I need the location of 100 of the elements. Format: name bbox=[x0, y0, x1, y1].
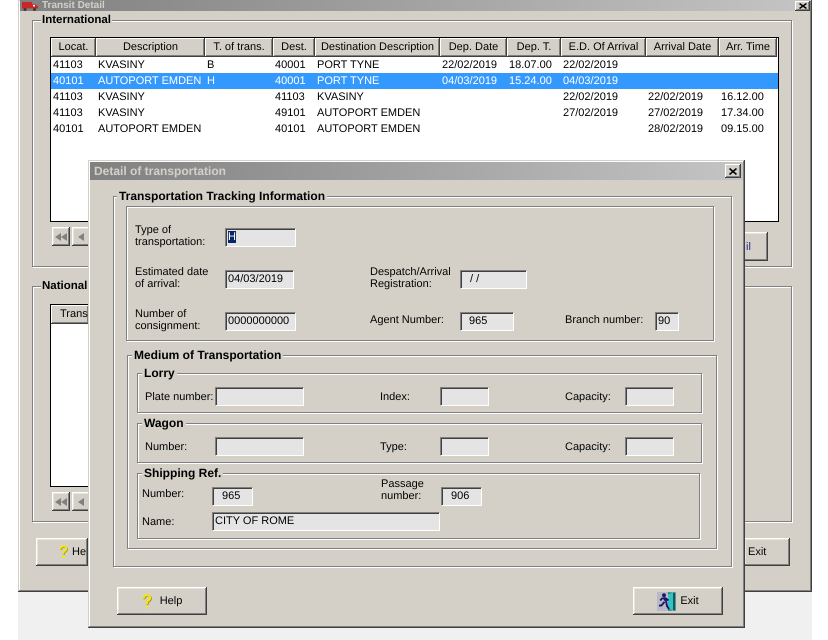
table-cell-text: 22/02/2019 bbox=[647, 90, 704, 104]
table-cell-text: 04/03/2019 bbox=[562, 74, 618, 88]
field-label: Name: bbox=[142, 516, 174, 528]
field-label: Number: bbox=[142, 488, 184, 500]
text-field[interactable]: 0000000000 bbox=[225, 312, 296, 331]
field-label: Number: bbox=[145, 440, 188, 452]
group-title: Lorry bbox=[142, 366, 177, 380]
truck-icon bbox=[22, 0, 38, 10]
exit-button[interactable]: Exit bbox=[744, 538, 790, 566]
field-label: Passage number: bbox=[381, 478, 424, 502]
left-arrow-icon bbox=[78, 498, 84, 506]
column-header[interactable]: Dep. Date bbox=[440, 38, 507, 57]
text-field[interactable]: 965 bbox=[460, 312, 514, 331]
table-cell-text: KVASINY bbox=[316, 90, 364, 104]
table-cell-text: 40101 bbox=[52, 122, 84, 136]
column-header[interactable]: Locat. bbox=[51, 38, 96, 57]
field-label: Agent Number: bbox=[370, 314, 444, 326]
text-field[interactable]: 906 bbox=[441, 487, 482, 506]
field-label: Index: bbox=[380, 390, 410, 402]
text-field[interactable] bbox=[625, 437, 674, 456]
column-header[interactable]: E.D. Of Arrival bbox=[561, 38, 646, 57]
column-header[interactable]: Dest. bbox=[273, 38, 315, 57]
table-cell-text: 41103 bbox=[274, 90, 305, 104]
field-label: Branch number: bbox=[565, 314, 644, 326]
table-cell-text: 40101 bbox=[52, 74, 84, 88]
table-cell-text: PORT TYNE bbox=[316, 74, 380, 88]
text-field[interactable]: CITY OF ROME bbox=[212, 512, 440, 531]
text-field[interactable] bbox=[215, 437, 304, 456]
table-cell-text: 15.24.00 bbox=[508, 74, 552, 88]
table-cell-text: 41103 bbox=[52, 90, 83, 104]
field-label: Plate number: bbox=[145, 390, 214, 402]
table-cell-text: AUTOPORT EMDEN bbox=[316, 122, 420, 136]
text-field[interactable]: 965 bbox=[212, 487, 253, 506]
field-label: Type of transportation: bbox=[135, 224, 206, 248]
group-title: Transportation Tracking Information bbox=[117, 189, 328, 203]
table-cell-text: 04/03/2019 bbox=[441, 74, 498, 88]
double-left-arrow-icon bbox=[55, 232, 67, 240]
first-record-button[interactable] bbox=[52, 227, 70, 246]
close-button[interactable] bbox=[725, 164, 741, 178]
exit-button[interactable]: Exit bbox=[633, 587, 723, 615]
table-cell-text: 22/02/2019 bbox=[562, 90, 618, 104]
column-header[interactable]: Destination Description bbox=[315, 38, 440, 57]
table-cell-text: AUTOPORT EMDEN bbox=[97, 122, 202, 136]
table-cell-text: B bbox=[206, 58, 214, 72]
help-button[interactable]: Help bbox=[117, 587, 207, 615]
close-button[interactable] bbox=[795, 0, 810, 10]
text-field[interactable] bbox=[625, 387, 674, 406]
first-record-button[interactable] bbox=[52, 492, 70, 511]
text-field[interactable]: 04/03/2019 bbox=[225, 270, 294, 289]
group-title: Shipping Ref. bbox=[142, 466, 224, 480]
help-icon bbox=[142, 594, 152, 608]
table-cell-text: 41103 bbox=[52, 58, 83, 72]
close-icon bbox=[729, 168, 737, 174]
help-button[interactable]: He bbox=[36, 538, 88, 566]
window-title: Transit Detail bbox=[42, 0, 106, 12]
text-field[interactable] bbox=[440, 437, 489, 456]
group-title: Medium of Transportation bbox=[132, 348, 284, 362]
table-cell-text: KVASINY bbox=[97, 90, 145, 104]
double-left-arrow-icon bbox=[55, 498, 67, 506]
text-field[interactable] bbox=[215, 387, 304, 406]
table-cell-text: 17.34.00 bbox=[720, 106, 764, 120]
text-field[interactable]: 90 bbox=[655, 312, 679, 331]
table-cell-text: 18.07.00 bbox=[508, 58, 552, 72]
field-label: Despatch/Arrival Registration: bbox=[370, 266, 451, 290]
group-title: Wagon bbox=[142, 416, 186, 430]
left-arrow-icon bbox=[78, 232, 84, 240]
column-header[interactable]: Description bbox=[96, 38, 205, 57]
table-cell-text: 40001 bbox=[274, 74, 306, 88]
table-cell-text: KVASINY bbox=[97, 106, 145, 120]
text-field[interactable]: / / bbox=[460, 270, 527, 289]
table-cell-text: 40001 bbox=[274, 58, 306, 72]
help-icon bbox=[59, 545, 68, 559]
column-header[interactable]: Trans bbox=[51, 305, 89, 324]
field-label: Estimated date of arrival: bbox=[135, 266, 208, 290]
table-cell-text: 40101 bbox=[274, 122, 306, 136]
field-label: Type: bbox=[380, 440, 407, 452]
close-icon bbox=[798, 2, 806, 8]
door-exit-icon bbox=[657, 592, 676, 610]
column-header[interactable]: Arrival Date bbox=[646, 38, 719, 57]
text-field[interactable] bbox=[440, 387, 489, 406]
table-cell-text: PORT TYNE bbox=[316, 58, 380, 72]
table-cell-text: 28/02/2019 bbox=[647, 122, 704, 136]
table-cell-text: AUTOPORT EMDEN bbox=[97, 74, 202, 88]
table-cell-text: 22/02/2019 bbox=[562, 58, 618, 72]
table-cell-text: 09.15.00 bbox=[720, 122, 764, 136]
column-header[interactable]: Dep. T. bbox=[507, 38, 561, 57]
field-label: Capacity: bbox=[565, 440, 611, 452]
table-cell-text: 41103 bbox=[52, 106, 83, 120]
table-cell-text: 27/02/2019 bbox=[562, 106, 618, 120]
table-cell-text: H bbox=[206, 74, 215, 88]
field-label: Number of consignment: bbox=[135, 308, 200, 332]
text-field[interactable]: H bbox=[225, 228, 296, 247]
table-cell-text: 16.12.00 bbox=[720, 90, 764, 104]
table-cell-text: AUTOPORT EMDEN bbox=[316, 106, 420, 120]
column-header[interactable]: Arr. Time bbox=[719, 38, 777, 57]
field-label: Capacity: bbox=[565, 390, 611, 402]
column-header[interactable]: T. of trans. bbox=[205, 38, 273, 57]
table-cell-text: KVASINY bbox=[97, 58, 145, 72]
table-cell-text: 49101 bbox=[274, 106, 306, 120]
table-cell-text: 22/02/2019 bbox=[441, 58, 498, 72]
